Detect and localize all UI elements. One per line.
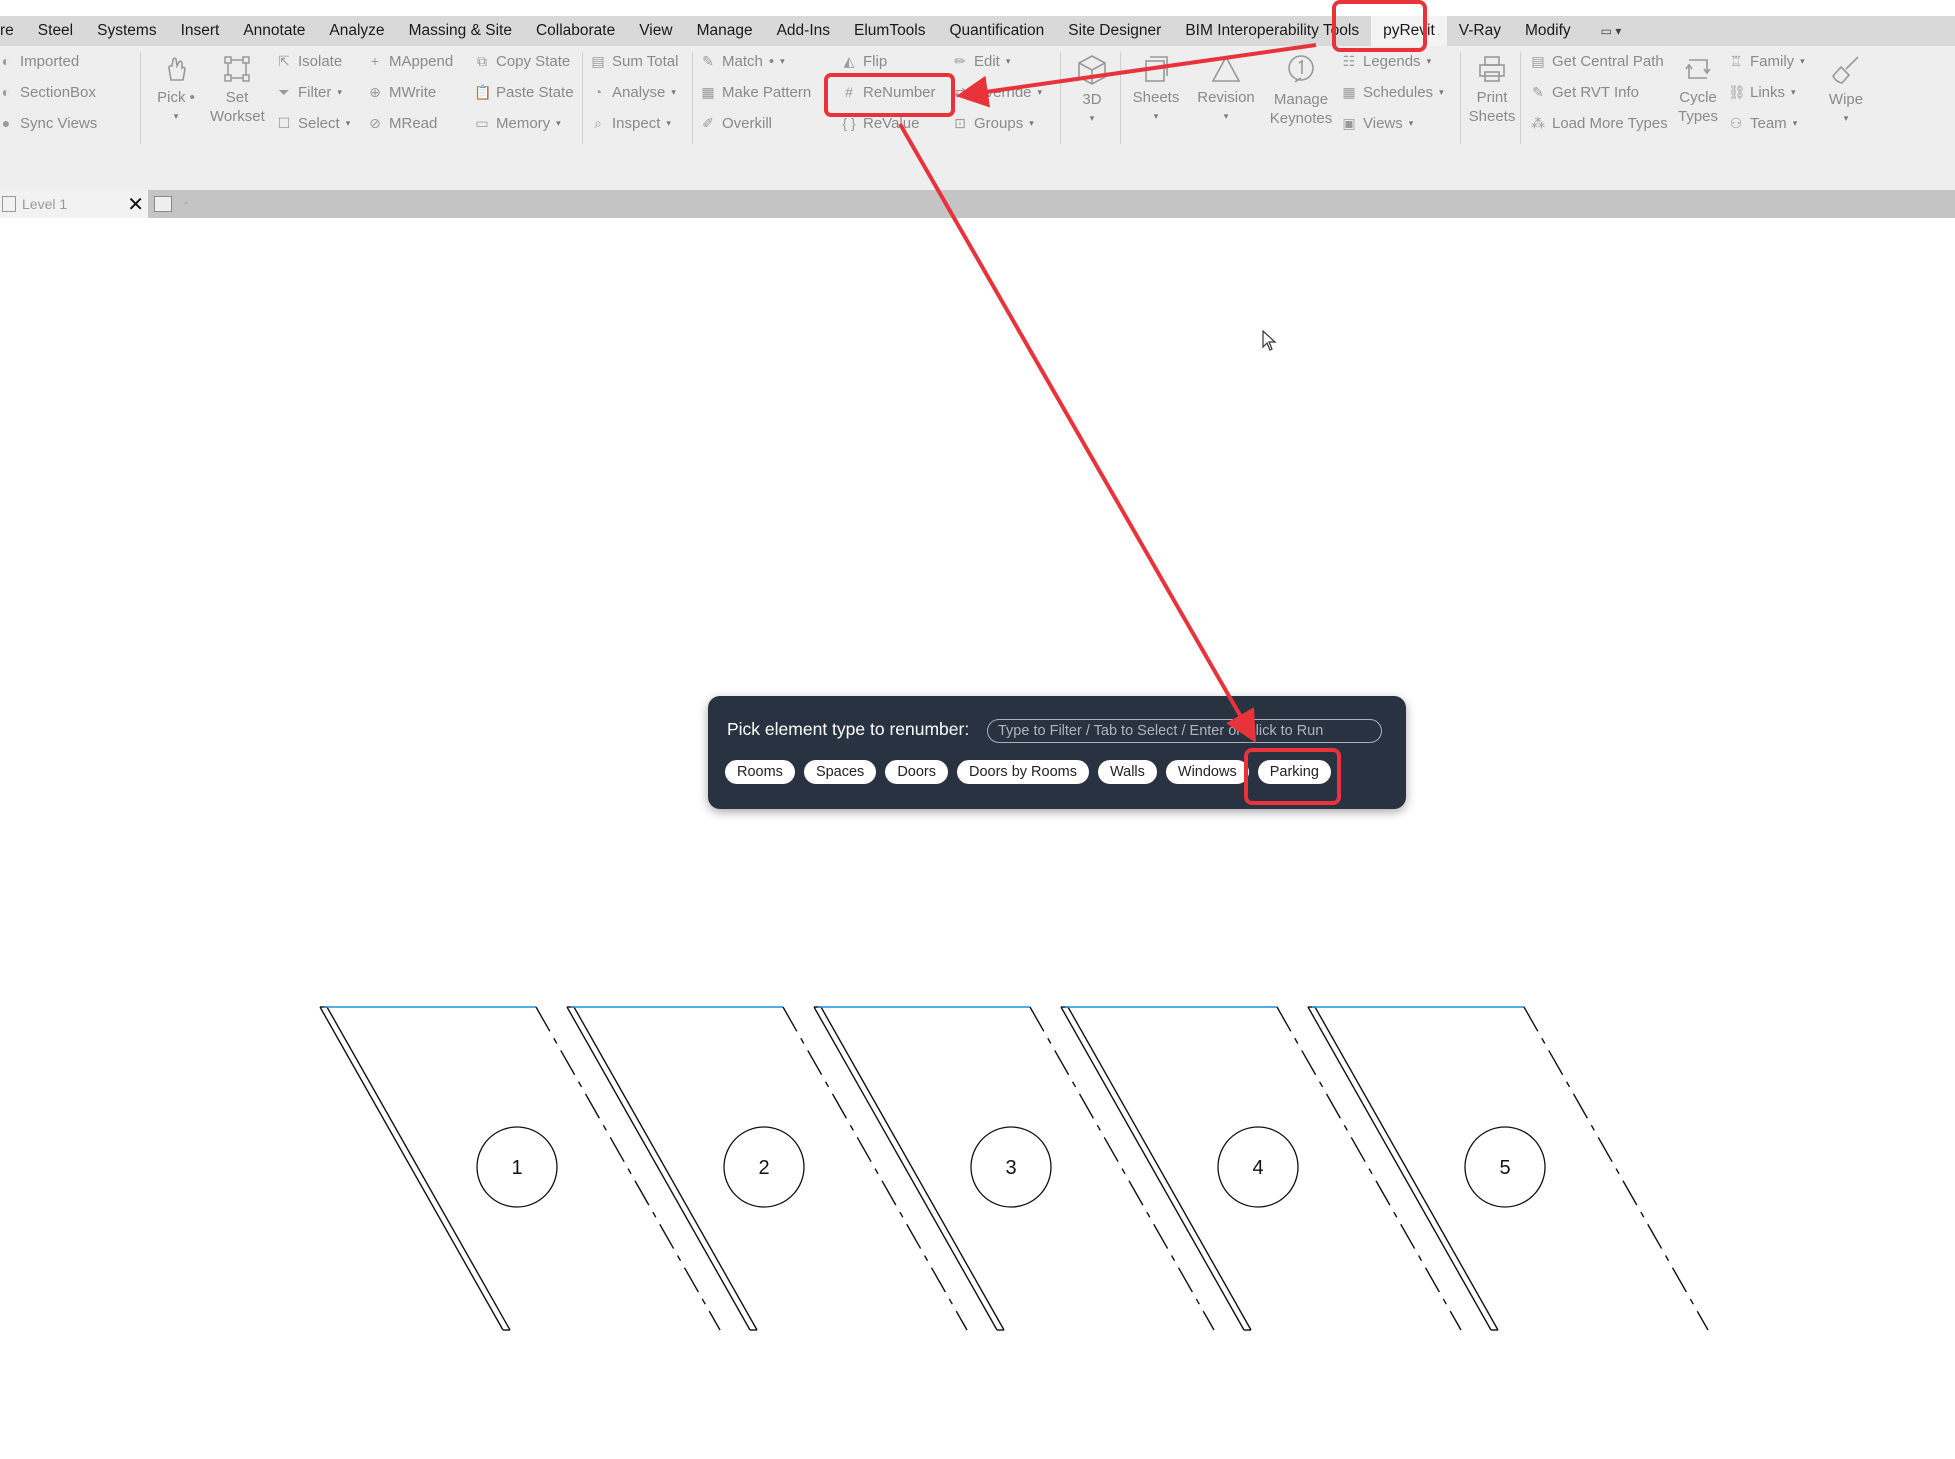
- option-parking[interactable]: Parking: [1257, 760, 1331, 784]
- option-doors-by-rooms[interactable]: Doors by Rooms: [957, 760, 1089, 784]
- option-chips: Rooms Spaces Doors Doors by Rooms Walls …: [725, 760, 1331, 784]
- parking-number: 2: [758, 1157, 769, 1179]
- parking-space: 5: [1307, 1006, 1709, 1331]
- dialog-label: Pick element type to renumber:: [727, 719, 970, 739]
- option-walls[interactable]: Walls: [1097, 760, 1157, 784]
- option-rooms[interactable]: Rooms: [725, 760, 795, 784]
- parking-space: 3: [813, 1006, 1215, 1331]
- parking-space: 4: [1060, 1006, 1462, 1331]
- parking-number: 3: [1005, 1157, 1016, 1179]
- option-spaces[interactable]: Spaces: [803, 760, 877, 784]
- option-windows[interactable]: Windows: [1165, 760, 1249, 784]
- parking-space: 1: [319, 1006, 721, 1331]
- parking-number: 5: [1499, 1157, 1510, 1179]
- parking-number: 4: [1252, 1157, 1263, 1179]
- renumber-picker-dialog: Pick element type to renumber: Rooms Spa…: [708, 696, 1406, 809]
- option-doors[interactable]: Doors: [885, 760, 948, 784]
- parking-spaces: 1 2 3 4 5: [319, 1006, 1709, 1331]
- parking-space: 2: [566, 1006, 968, 1331]
- parking-number: 1: [511, 1157, 522, 1179]
- filter-input[interactable]: [987, 719, 1382, 743]
- mouse-cursor-icon: [1262, 330, 1277, 351]
